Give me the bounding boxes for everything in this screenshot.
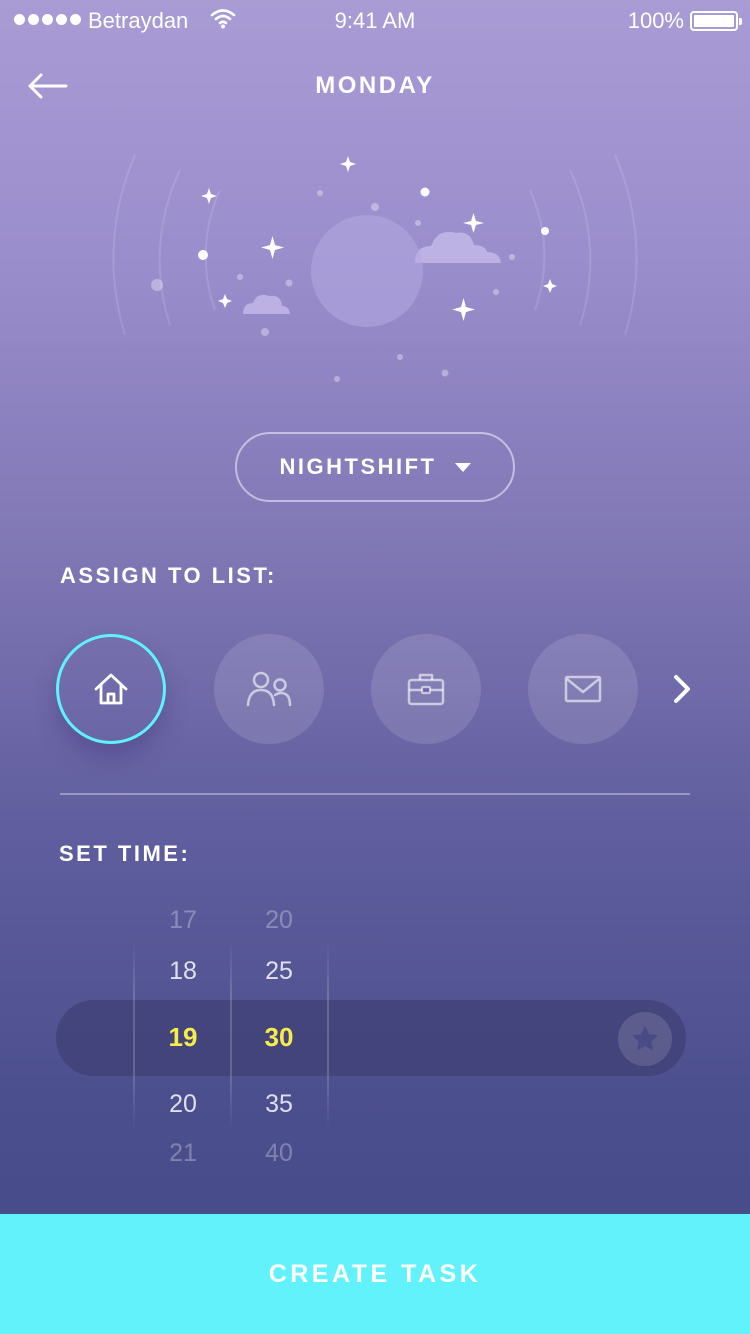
hour-picker[interactable]: 17 18 19 20 21 (135, 890, 231, 1180)
mail-icon (564, 675, 602, 703)
list-home-button[interactable] (56, 634, 166, 744)
star-icon (632, 1026, 658, 1051)
minute-option[interactable]: 20 (231, 906, 327, 935)
minute-option[interactable]: 25 (231, 957, 327, 986)
chevron-right-icon[interactable] (666, 671, 696, 707)
battery-icon (690, 11, 742, 31)
assign-to-list-label: ASSIGN TO LIST: (60, 563, 277, 588)
minute-option[interactable]: 35 (231, 1090, 327, 1119)
create-task-button[interactable]: CREATE TASK (0, 1214, 750, 1334)
minute-picker[interactable]: 20 25 30 35 40 (231, 890, 327, 1180)
hour-option[interactable]: 17 (135, 906, 231, 935)
chevron-down-icon (454, 462, 471, 472)
list-mail-button[interactable] (528, 634, 638, 744)
list-work-button[interactable] (371, 634, 481, 744)
section-divider (60, 793, 690, 795)
minute-option[interactable]: 40 (231, 1139, 327, 1168)
home-icon (94, 673, 128, 705)
shift-dropdown[interactable]: NIGHTSHIFT (235, 432, 515, 502)
hour-selected[interactable]: 19 (135, 1022, 231, 1053)
list-people-button[interactable] (214, 634, 324, 744)
night-sky-illustration (112, 154, 638, 382)
people-icon (246, 671, 292, 707)
minute-selected[interactable]: 30 (231, 1022, 327, 1053)
picker-divider (327, 940, 329, 1130)
briefcase-icon (407, 673, 445, 706)
list-selector (56, 634, 706, 744)
hour-option[interactable]: 20 (135, 1090, 231, 1119)
hour-option[interactable]: 18 (135, 957, 231, 986)
set-time-label: SET TIME: (59, 841, 191, 866)
hour-option[interactable]: 21 (135, 1139, 231, 1168)
battery-percentage: 100% (627, 8, 684, 33)
status-bar: Betraydan 9:41 AM 100% (0, 0, 750, 40)
favorite-button[interactable] (618, 1012, 672, 1066)
shift-dropdown-value: NIGHTSHIFT (279, 454, 437, 479)
